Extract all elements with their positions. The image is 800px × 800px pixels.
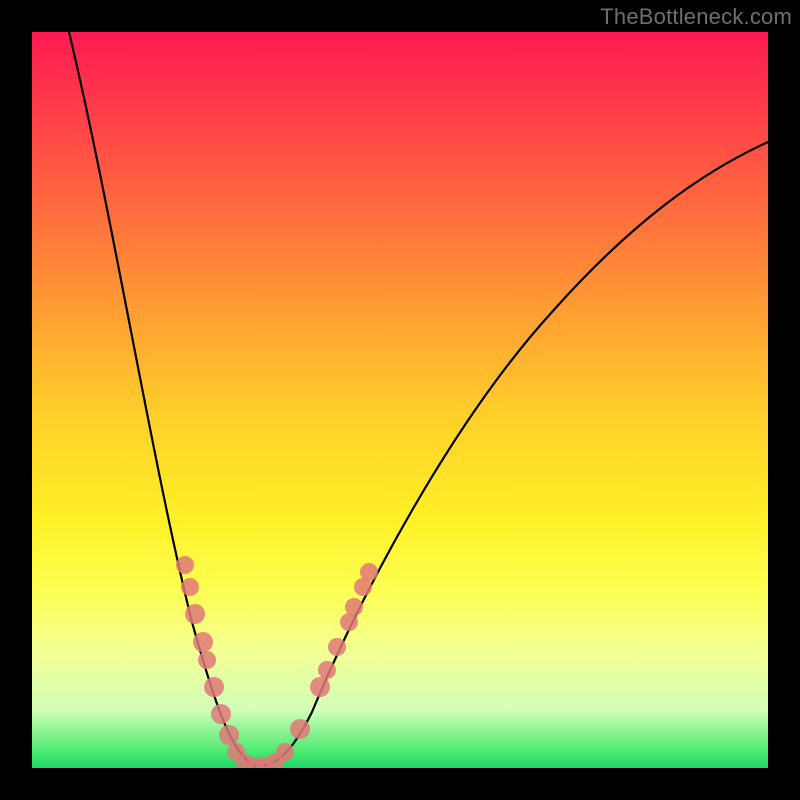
marker-dot [310,677,330,697]
marker-dot [318,661,336,679]
marker-dot [185,604,205,624]
marker-dot [276,743,294,761]
marker-dot [360,563,378,581]
watermark-text: TheBottleneck.com [600,4,792,30]
chart-outer-frame: TheBottleneck.com [0,0,800,800]
marker-group [176,556,378,768]
marker-dot [290,719,310,739]
curve-group [69,32,768,766]
bottleneck-curve [69,32,768,766]
marker-dot [176,556,194,574]
marker-dot [181,578,199,596]
chart-plot-area [32,32,768,768]
marker-dot [193,632,213,652]
marker-dot [328,638,346,656]
marker-dot [211,704,231,724]
marker-dot [198,651,216,669]
marker-dot [345,598,363,616]
marker-dot [219,725,239,745]
chart-svg [32,32,768,768]
marker-dot [204,677,224,697]
